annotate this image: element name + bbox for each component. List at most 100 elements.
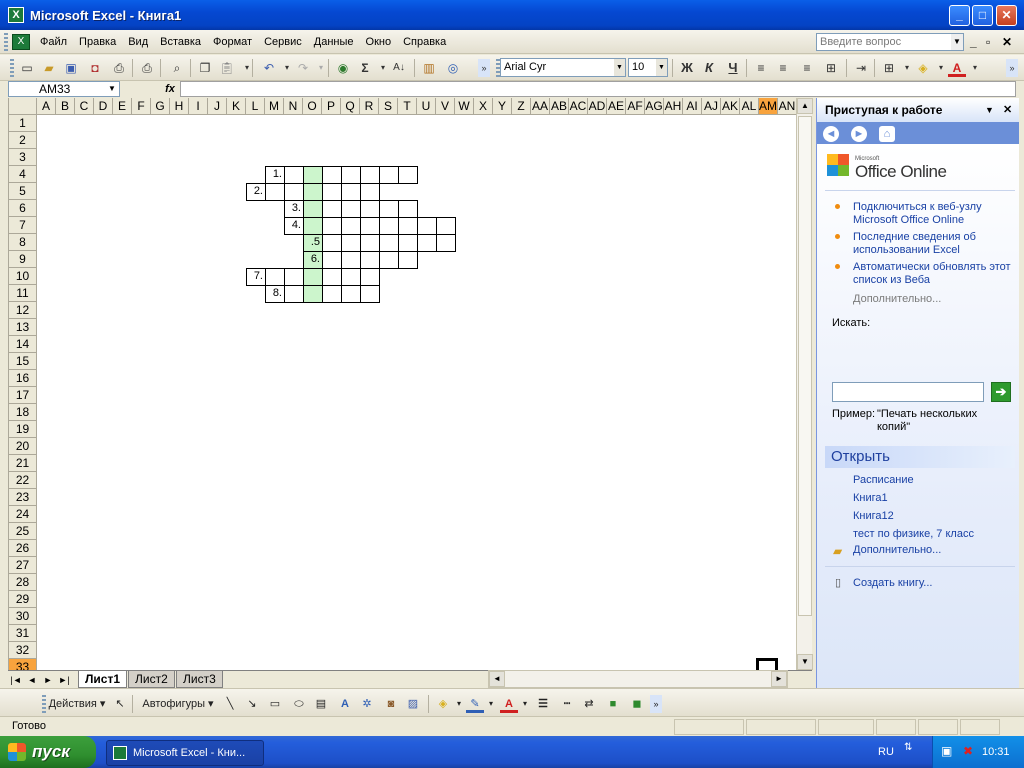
- crossword-cell[interactable]: [341, 285, 361, 303]
- column-header-W[interactable]: W: [455, 98, 474, 115]
- diagram-icon[interactable]: ✲: [358, 695, 376, 713]
- row-header-30[interactable]: 30: [9, 608, 37, 625]
- column-header-X[interactable]: X: [474, 98, 493, 115]
- last-sheet-icon[interactable]: ►|: [58, 673, 70, 687]
- crossword-cell[interactable]: [436, 217, 456, 235]
- chart-wizard-icon[interactable]: ▥: [420, 59, 438, 77]
- crossword-cell[interactable]: [341, 200, 361, 218]
- search-input[interactable]: [832, 382, 984, 402]
- menu-view[interactable]: Вид: [122, 31, 154, 53]
- crossword-cell[interactable]: [379, 200, 399, 218]
- row-header-16[interactable]: 16: [9, 370, 37, 387]
- hyperlink-icon[interactable]: ◉: [334, 59, 352, 77]
- sheet-tab-3[interactable]: Лист3: [176, 671, 223, 688]
- help-icon[interactable]: ◎: [444, 59, 462, 77]
- crossword-cell[interactable]: [360, 166, 380, 184]
- column-header-L[interactable]: L: [246, 98, 265, 115]
- doc-minimize-button[interactable]: _: [970, 35, 977, 49]
- crossword-cell[interactable]: [303, 166, 323, 184]
- crossword-cell[interactable]: [379, 251, 399, 269]
- row-header-21[interactable]: 21: [9, 455, 37, 472]
- menu-help[interactable]: Справка: [397, 31, 452, 53]
- crossword-cell[interactable]: [322, 183, 342, 201]
- forward-icon[interactable]: ►: [851, 126, 867, 142]
- menu-edit[interactable]: Правка: [73, 31, 122, 53]
- row-header-7[interactable]: 7: [9, 217, 37, 234]
- crossword-cell[interactable]: [360, 234, 380, 252]
- column-header-AL[interactable]: AL: [740, 98, 759, 115]
- column-header-E[interactable]: E: [113, 98, 132, 115]
- arrow-style-icon[interactable]: ⇄: [580, 695, 598, 713]
- row-header-15[interactable]: 15: [9, 353, 37, 370]
- next-sheet-icon[interactable]: ►: [42, 673, 54, 687]
- crossword-cell[interactable]: [398, 251, 418, 269]
- grip-handle[interactable]: [4, 32, 8, 51]
- oval-icon[interactable]: ⬭: [290, 695, 308, 713]
- ask-question-input[interactable]: Введите вопрос ▼: [816, 33, 964, 51]
- home-icon[interactable]: ⌂: [879, 126, 895, 142]
- crossword-cell[interactable]: [322, 234, 342, 252]
- select-objects-icon[interactable]: ↖: [112, 695, 128, 713]
- column-header-C[interactable]: C: [75, 98, 94, 115]
- row-header-12[interactable]: 12: [9, 302, 37, 319]
- line-icon[interactable]: ╲: [222, 695, 238, 713]
- row-header-18[interactable]: 18: [9, 404, 37, 421]
- row-header-8[interactable]: 8: [9, 234, 37, 251]
- recent-file-1[interactable]: Расписание: [853, 474, 1011, 487]
- close-button[interactable]: ✕: [996, 5, 1017, 26]
- scroll-down-icon[interactable]: ▼: [797, 654, 813, 670]
- menu-format[interactable]: Формат: [207, 31, 258, 53]
- row-header-20[interactable]: 20: [9, 438, 37, 455]
- undo-icon[interactable]: ↶: [260, 59, 278, 77]
- row-header-29[interactable]: 29: [9, 591, 37, 608]
- 3d-icon[interactable]: ◼: [628, 695, 646, 713]
- column-header-AB[interactable]: AB: [550, 98, 569, 115]
- crossword-cell[interactable]: [417, 234, 437, 252]
- vertical-scrollbar[interactable]: ▲ ▼: [796, 98, 813, 670]
- formula-input[interactable]: [180, 81, 1016, 97]
- crossword-cell[interactable]: [303, 200, 323, 218]
- column-header-Q[interactable]: Q: [341, 98, 360, 115]
- toolbar-options-icon[interactable]: »: [478, 59, 490, 77]
- crossword-cell[interactable]: [322, 200, 342, 218]
- dash-style-icon[interactable]: ┅: [558, 695, 576, 713]
- row-header-14[interactable]: 14: [9, 336, 37, 353]
- row-header-31[interactable]: 31: [9, 625, 37, 642]
- toolbar-options-icon[interactable]: »: [1006, 59, 1018, 77]
- network-icon[interactable]: ▣: [941, 744, 952, 758]
- line-style-icon[interactable]: ☰: [534, 695, 552, 713]
- permission-icon[interactable]: ◘: [86, 59, 104, 77]
- bold-button[interactable]: Ж: [678, 59, 696, 77]
- column-header-Y[interactable]: Y: [493, 98, 512, 115]
- actions-button[interactable]: Действия ▾: [46, 695, 108, 713]
- row-header-4[interactable]: 4: [9, 166, 37, 183]
- fill-color-icon[interactable]: ◈: [914, 59, 932, 77]
- column-header-G[interactable]: G: [151, 98, 170, 115]
- crossword-cell[interactable]: [360, 285, 380, 303]
- row-header-19[interactable]: 19: [9, 421, 37, 438]
- language-indicator[interactable]: RU: [878, 746, 894, 758]
- crossword-cell[interactable]: [303, 217, 323, 235]
- menu-insert[interactable]: Вставка: [154, 31, 207, 53]
- column-header-U[interactable]: U: [417, 98, 436, 115]
- indent-icon[interactable]: ⇥: [852, 59, 870, 77]
- doc-restore-button[interactable]: ▫: [986, 35, 990, 49]
- crossword-cell[interactable]: [436, 234, 456, 252]
- crossword-cell[interactable]: [398, 234, 418, 252]
- chevron-down-icon[interactable]: ▼: [656, 59, 667, 76]
- column-header-AG[interactable]: AG: [645, 98, 664, 115]
- toolbar-options-icon[interactable]: »: [650, 695, 662, 713]
- row-header-24[interactable]: 24: [9, 506, 37, 523]
- recent-file-4[interactable]: тест по физике, 7 класс: [853, 528, 1011, 541]
- column-header-A[interactable]: A: [37, 98, 56, 115]
- menu-tools[interactable]: Сервис: [258, 31, 308, 53]
- chevron-down-icon[interactable]: ▼: [105, 82, 119, 96]
- row-header-23[interactable]: 23: [9, 489, 37, 506]
- font-color-icon[interactable]: A: [948, 59, 966, 77]
- column-header-V[interactable]: V: [436, 98, 455, 115]
- column-header-T[interactable]: T: [398, 98, 417, 115]
- crossword-cell[interactable]: [360, 217, 380, 235]
- crossword-cell[interactable]: [398, 166, 418, 184]
- column-header-F[interactable]: F: [132, 98, 151, 115]
- menu-data[interactable]: Данные: [308, 31, 360, 53]
